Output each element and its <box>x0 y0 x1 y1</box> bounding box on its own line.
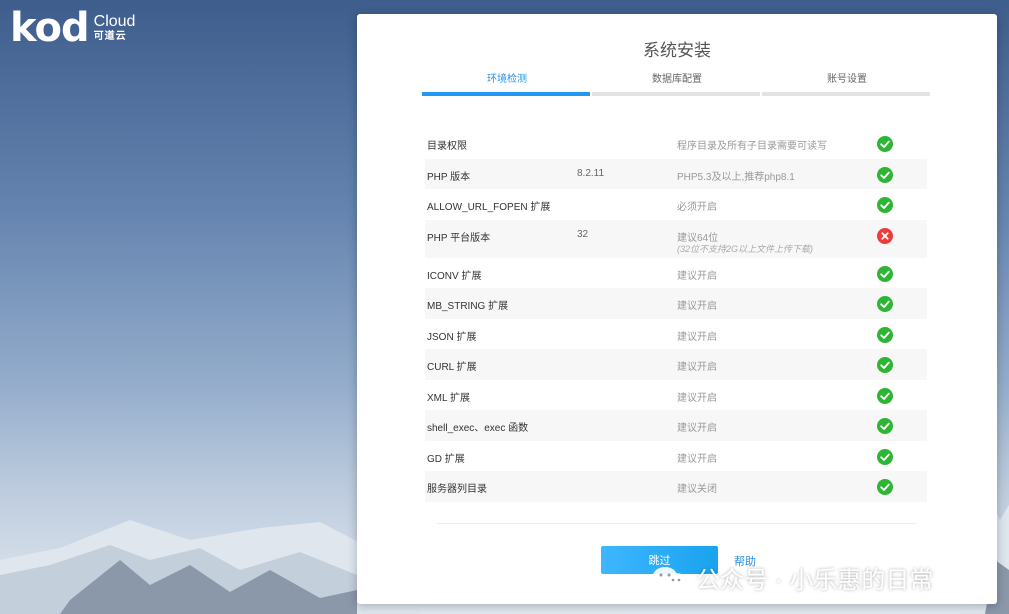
check-description: 必须开启 <box>677 202 717 213</box>
tab-database-config[interactable]: 数据库配置 <box>592 70 762 96</box>
table-row: XML 扩展 建议开启 <box>425 380 927 411</box>
check-name: CURL 扩展 <box>427 362 477 373</box>
check-description: 建议开启 <box>677 331 717 343</box>
tab-account-settings[interactable]: 账号设置 <box>762 70 932 96</box>
check-description: 建议开启 <box>677 301 717 312</box>
table-row: ICONV 扩展 建议开启 <box>425 258 927 289</box>
check-description: PHP5.3及以上,推荐php8.1 <box>677 171 795 183</box>
watermark-text: 公众号 · 小乐惠的日常 <box>696 567 934 594</box>
check-description: 建议开启 <box>677 392 717 404</box>
check-description: 建议开启 <box>677 270 717 282</box>
check-pass-icon <box>877 479 893 495</box>
check-name: ICONV 扩展 <box>427 270 482 282</box>
check-name: PHP 平台版本 <box>427 232 491 244</box>
table-row: PHP 平台版本 32 建议64位 (32位不支持2G以上文件上传下载) <box>425 219 927 258</box>
check-value: 32 <box>577 228 589 240</box>
table-row: MB_STRING 扩展 建议开启 <box>425 288 927 319</box>
logo-wordmark: kod <box>10 5 90 51</box>
tab-label: 账号设置 <box>827 74 867 85</box>
tab-progress-bar <box>422 92 590 96</box>
table-row: ALLOW_URL_FOPEN 扩展 必须开启 <box>425 189 927 220</box>
logo-product: Cloud <box>93 13 136 30</box>
table-row: GD 扩展 建议开启 <box>425 441 927 472</box>
check-name: shell_exec、exec 函数 <box>427 423 529 434</box>
check-description: 建议开启 <box>677 362 717 373</box>
tab-label: 数据库配置 <box>652 74 702 85</box>
wechat-icon <box>653 566 687 589</box>
environment-check-list: 目录权限 程序目录及所有子目录需要可读写 PHP 版本 8.2.11 PHP5.3及以上… <box>425 128 927 502</box>
check-name: GD 扩展 <box>427 453 465 465</box>
check-description: 建议关闭 <box>677 484 717 495</box>
table-row: shell_exec、exec 函数 建议开启 <box>425 410 927 441</box>
check-value: 8.2.11 <box>577 167 605 179</box>
check-name: JSON 扩展 <box>427 331 477 343</box>
table-row: 服务器列目录 建议关闭 <box>425 471 927 502</box>
check-name: PHP 版本 <box>427 171 471 183</box>
tab-environment-check[interactable]: 环境检测 <box>422 70 592 96</box>
check-pass-icon <box>877 326 893 343</box>
check-pass-icon <box>877 448 893 465</box>
tab-label: 环境检测 <box>487 74 527 85</box>
check-pass-icon <box>877 418 893 434</box>
kodcloud-logo: kod Cloud 可道云 <box>10 5 136 51</box>
check-pass-icon <box>877 296 893 312</box>
check-name: 服务器列目录 <box>427 484 487 495</box>
page-title: 系统安装 <box>643 41 711 60</box>
check-pass-icon <box>877 357 893 373</box>
table-row: 目录权限 程序目录及所有子目录需要可读写 <box>425 128 927 159</box>
check-pass-icon <box>877 136 893 152</box>
check-fail-icon <box>877 227 893 244</box>
table-row: CURL 扩展 建议开启 <box>425 349 927 380</box>
logo-product-cn: 可道云 <box>93 31 127 42</box>
check-note: (32位不支持2G以上文件上传下载) <box>677 243 814 254</box>
table-row: JSON 扩展 建议开启 <box>425 319 927 350</box>
check-pass-icon <box>877 166 893 183</box>
tab-progress-bar <box>592 92 760 96</box>
check-description: 建议开启 <box>677 453 717 465</box>
check-description: 程序目录及所有子目录需要可读写 <box>677 141 827 152</box>
table-row: PHP 版本 8.2.11 PHP5.3及以上,推荐php8.1 <box>425 158 927 189</box>
divider <box>437 523 917 524</box>
tab-progress-bar <box>762 92 930 96</box>
check-name: 目录权限 <box>427 141 467 152</box>
check-pass-icon <box>877 387 893 404</box>
install-steps: 环境检测 数据库配置 账号设置 <box>422 70 932 96</box>
check-name: ALLOW_URL_FOPEN 扩展 <box>427 202 551 213</box>
check-name: MB_STRING 扩展 <box>427 301 509 312</box>
check-description: 建议开启 <box>677 423 717 434</box>
check-name: XML 扩展 <box>427 392 470 404</box>
check-pass-icon <box>877 265 893 282</box>
install-panel: 系统安装 环境检测 数据库配置 账号设置 目录权限 程序目录及所有子目录需要可读写… <box>357 14 997 604</box>
watermark: 公众号 · 小乐惠的日常 <box>650 560 933 595</box>
check-pass-icon <box>877 197 893 213</box>
